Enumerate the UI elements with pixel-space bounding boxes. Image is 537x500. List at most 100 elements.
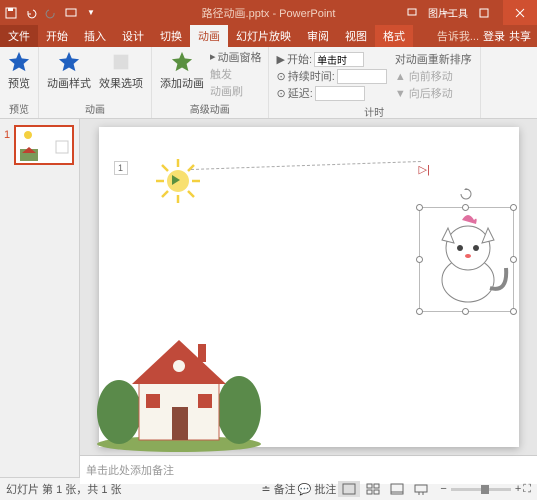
tab-file[interactable]: 文件 bbox=[0, 25, 38, 47]
quick-access-toolbar: ▼ bbox=[0, 6, 102, 20]
duration-input[interactable] bbox=[337, 69, 387, 84]
resize-handle[interactable] bbox=[416, 204, 423, 211]
normal-view-button[interactable] bbox=[338, 481, 360, 497]
move-later-button: ▼ 向后移动 bbox=[395, 85, 472, 101]
title-bar: ▼ 路径动画.pptx - PowerPoint 图片工具 bbox=[0, 0, 537, 25]
slide-canvas[interactable]: 1 ▷| bbox=[99, 127, 519, 447]
ribbon-group-advanced: 添加动画 ▸动画窗格 触发 动画刷 高级动画 bbox=[152, 47, 269, 118]
status-bar: 幻灯片 第 1 张，共 1 张 ≐ 备注 💬 批注 − + ⛶ bbox=[0, 477, 537, 500]
duration-label: 持续时间: bbox=[288, 68, 335, 84]
resize-handle[interactable] bbox=[462, 308, 469, 315]
ribbon-options-icon[interactable] bbox=[395, 0, 429, 25]
zoom-slider[interactable] bbox=[451, 488, 511, 491]
cat-icon bbox=[420, 208, 515, 313]
login-link[interactable]: 登录 bbox=[483, 28, 505, 44]
add-animation-button[interactable]: 添加动画 bbox=[158, 49, 206, 93]
resize-handle[interactable] bbox=[416, 308, 423, 315]
delay-icon: ⊙ bbox=[277, 87, 286, 100]
ribbon: 预览 预览 动画样式 效果选项 动画 添加动画 ▸动画窗格 触发 bbox=[0, 47, 537, 119]
tab-home[interactable]: 开始 bbox=[38, 25, 76, 47]
group-label-timing: 计时 bbox=[275, 103, 474, 119]
group-label-animation: 动画 bbox=[45, 100, 145, 116]
add-star-icon bbox=[171, 51, 193, 73]
reorder-title: 对动画重新排序 bbox=[395, 51, 472, 67]
effect-options-button: 效果选项 bbox=[97, 49, 145, 93]
animation-styles-button[interactable]: 动画样式 bbox=[45, 49, 93, 93]
tell-me-search[interactable]: 告诉我... bbox=[437, 28, 479, 44]
main-area: 1 1 bbox=[0, 119, 537, 477]
slide-thumbnail-1[interactable]: 1 bbox=[14, 125, 74, 165]
anim-styles-label: 动画样式 bbox=[47, 75, 91, 91]
slide-counter: 幻灯片 第 1 张，共 1 张 bbox=[6, 481, 122, 497]
animation-painter-button: 动画刷 bbox=[210, 83, 262, 98]
selected-image-cat[interactable] bbox=[419, 207, 514, 312]
effect-icon bbox=[110, 51, 132, 73]
undo-icon[interactable] bbox=[24, 6, 38, 20]
thumb-number: 1 bbox=[4, 129, 10, 141]
reading-view-button[interactable] bbox=[386, 481, 408, 497]
motion-path-line[interactable] bbox=[190, 161, 420, 170]
motion-path-start-icon[interactable] bbox=[172, 175, 180, 185]
house-image[interactable] bbox=[94, 322, 264, 452]
resize-handle[interactable] bbox=[462, 204, 469, 211]
close-button[interactable] bbox=[503, 0, 537, 25]
sorter-view-button[interactable] bbox=[362, 481, 384, 497]
tab-transitions[interactable]: 切换 bbox=[152, 25, 190, 47]
rotate-handle-icon[interactable] bbox=[460, 188, 472, 200]
thumbnail-panel: 1 bbox=[0, 119, 80, 477]
ribbon-group-preview: 预览 预览 bbox=[0, 47, 39, 118]
group-label-advanced: 高级动画 bbox=[158, 100, 262, 116]
tab-format[interactable]: 格式 bbox=[375, 25, 413, 47]
window-controls bbox=[395, 0, 537, 25]
resize-handle[interactable] bbox=[510, 256, 517, 263]
trigger-button: 触发 bbox=[210, 66, 262, 81]
preview-label: 预览 bbox=[8, 75, 30, 91]
animation-order-tag[interactable]: 1 bbox=[114, 161, 128, 175]
resize-handle[interactable] bbox=[510, 204, 517, 211]
resize-handle[interactable] bbox=[510, 308, 517, 315]
redo-icon[interactable] bbox=[44, 6, 58, 20]
thumb-preview-icon bbox=[16, 127, 72, 163]
ribbon-group-timing: ▶开始: ⊙持续时间: ⊙延迟: 对动画重新排序 ▲ 向前移动 ▼ 向后移动 计… bbox=[269, 47, 481, 118]
star-icon bbox=[58, 51, 80, 73]
share-button[interactable]: 共享 bbox=[509, 28, 531, 44]
preview-button[interactable]: 预览 bbox=[6, 49, 32, 93]
motion-path-end-icon[interactable]: ▷| bbox=[419, 163, 430, 176]
fit-to-window-button[interactable]: ⛶ bbox=[523, 483, 531, 496]
maximize-button[interactable] bbox=[467, 0, 501, 25]
minimize-button[interactable] bbox=[431, 0, 465, 25]
tab-review[interactable]: 审阅 bbox=[299, 25, 337, 47]
notes-toggle[interactable]: ≐ 备注 bbox=[261, 481, 295, 497]
zoom-in-button[interactable]: + bbox=[515, 483, 521, 495]
animation-pane-button[interactable]: ▸动画窗格 bbox=[210, 49, 262, 64]
save-icon[interactable] bbox=[4, 6, 18, 20]
clock-icon: ⊙ bbox=[277, 70, 286, 83]
tab-animations[interactable]: 动画 bbox=[190, 25, 228, 47]
menu-bar: 文件 开始 插入 设计 切换 动画 幻灯片放映 审阅 视图 格式 告诉我... … bbox=[0, 25, 537, 47]
resize-handle[interactable] bbox=[416, 256, 423, 263]
zoom-out-button[interactable]: − bbox=[440, 483, 446, 495]
comments-toggle[interactable]: 💬 批注 bbox=[298, 481, 337, 497]
tab-view[interactable]: 视图 bbox=[337, 25, 375, 47]
tab-slideshow[interactable]: 幻灯片放映 bbox=[228, 25, 299, 47]
move-earlier-button: ▲ 向前移动 bbox=[395, 68, 472, 84]
menu-right: 告诉我... 登录 共享 bbox=[437, 28, 537, 44]
ribbon-group-animation: 动画样式 效果选项 动画 bbox=[39, 47, 152, 118]
add-anim-label: 添加动画 bbox=[160, 75, 204, 91]
slideshow-icon[interactable] bbox=[64, 6, 78, 20]
delay-label: 延迟: bbox=[288, 85, 313, 101]
tab-insert[interactable]: 插入 bbox=[76, 25, 114, 47]
start-label: 开始: bbox=[287, 51, 312, 67]
effect-options-label: 效果选项 bbox=[99, 75, 143, 91]
notes-pane[interactable]: 单击此处添加备注 bbox=[80, 455, 537, 484]
play-icon: ▶ bbox=[277, 53, 285, 66]
zoom-control: − + bbox=[440, 483, 521, 495]
star-icon bbox=[8, 51, 30, 73]
qat-dropdown-icon[interactable]: ▼ bbox=[84, 6, 98, 20]
start-select[interactable] bbox=[314, 52, 364, 67]
slide-area: 1 ▷| bbox=[80, 119, 537, 477]
delay-input[interactable] bbox=[315, 86, 365, 101]
group-label-preview: 预览 bbox=[6, 100, 32, 116]
tab-design[interactable]: 设计 bbox=[114, 25, 152, 47]
slideshow-view-button[interactable] bbox=[410, 481, 432, 497]
